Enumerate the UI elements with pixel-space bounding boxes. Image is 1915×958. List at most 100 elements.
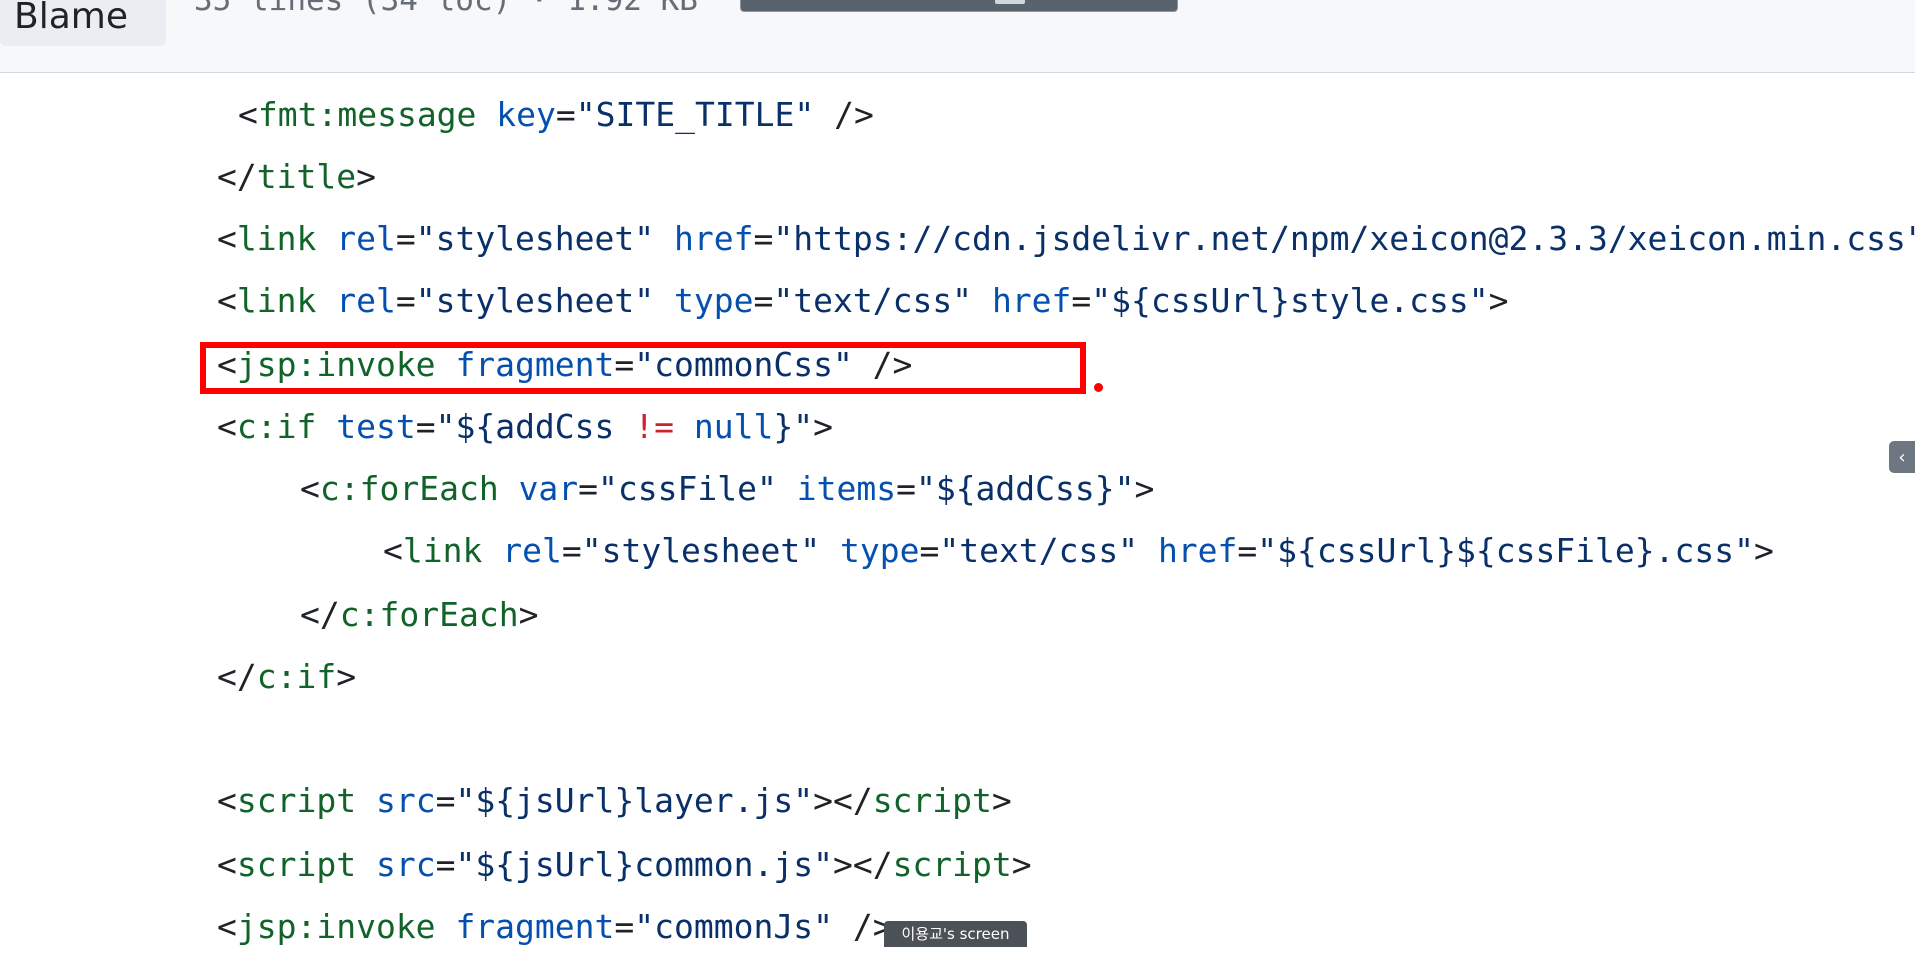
code-token: = [1237, 531, 1258, 570]
file-meta: 35 lines (34 loc) · 1.92 KB [194, 0, 698, 18]
code-token: = [753, 219, 774, 258]
code-token: < [217, 281, 237, 320]
file-header: Blame 35 lines (34 loc) · 1.92 KB [0, 0, 1915, 73]
code-line: <link rel="stylesheet" href="https://cdn… [0, 208, 1915, 270]
code-token: < [238, 95, 258, 134]
code-token: = [395, 281, 416, 320]
code-token: link [402, 531, 483, 570]
code-token: c:if [256, 657, 337, 696]
code-line: <script src="${jsUrl}common.js"></script… [0, 834, 1915, 896]
code-line: <script src="${jsUrl}layer.js"></script> [0, 770, 1915, 832]
code-token: null [693, 407, 774, 446]
blame-button[interactable]: Blame [0, 0, 166, 46]
code-token: rel [336, 219, 396, 258]
code-token: ></ [813, 781, 873, 820]
code-token: > [1134, 469, 1155, 508]
code-token: "stylesheet" [415, 219, 655, 258]
code-token: < [383, 531, 403, 570]
code-token: "${cssUrl}style.css" [1091, 281, 1489, 320]
code-token: = [555, 95, 576, 134]
code-token: items [796, 469, 897, 508]
code-token: = [415, 407, 436, 446]
code-token: test [336, 407, 416, 446]
toolbar-handle[interactable] [995, 0, 1025, 4]
code-line: </c:if> [0, 646, 1915, 708]
code-token: > [336, 657, 357, 696]
annotation-dot [1094, 383, 1103, 392]
code-token: = [896, 469, 916, 508]
code-token: </ [217, 657, 257, 696]
code-token: script [872, 781, 992, 820]
code-token: jsp:invoke [236, 907, 436, 946]
code-token: > [1754, 531, 1774, 570]
code-token: "cssFile" [598, 469, 777, 508]
code-token: = [435, 781, 456, 820]
code-token: "text/css" [939, 531, 1139, 570]
code-token: "text/css" [773, 281, 973, 320]
code-token: = [435, 845, 456, 884]
code-line: <link rel="stylesheet" type="text/css" h… [0, 520, 1915, 582]
code-token: href [1157, 531, 1238, 570]
chevron-left-icon[interactable]: ‹ [1889, 441, 1915, 473]
code-token: = [753, 281, 774, 320]
code-token: "https://cdn.jsdelivr.net/npm/xeicon@2.3… [773, 219, 1915, 258]
code-token: < [217, 907, 237, 946]
code-token: = [561, 531, 582, 570]
code-token: > [1011, 845, 1032, 884]
code-token: = [919, 531, 940, 570]
code-token: rel [502, 531, 562, 570]
code-token: < [300, 469, 320, 508]
code-token: "${cssUrl}${cssFile}.css" [1257, 531, 1754, 570]
code-token: link [236, 281, 317, 320]
code-token: link [236, 219, 317, 258]
code-token: > [518, 595, 539, 634]
code-token: </ [300, 595, 340, 634]
code-token: script [892, 845, 1012, 884]
code-token: title [256, 157, 357, 196]
code-token: < [217, 219, 237, 258]
code-token: > [356, 157, 376, 196]
code-token: > [813, 407, 834, 446]
code-line: <fmt:message key="SITE_TITLE" /> [0, 84, 1915, 146]
code-token: = [395, 219, 416, 258]
code-line: <c:forEach var="cssFile" items="${addCss… [0, 458, 1915, 520]
code-token: fragment [455, 907, 615, 946]
code-token: type [840, 531, 920, 570]
code-token: rel [336, 281, 396, 320]
code-token: = [614, 907, 635, 946]
code-token: "stylesheet" [415, 281, 655, 320]
code-token: "commonJs" [634, 907, 833, 946]
code-token: = [1071, 281, 1092, 320]
code-token: "${jsUrl}common.js" [455, 845, 833, 884]
annotation-highlight-box [200, 342, 1086, 394]
code-token: "stylesheet" [581, 531, 821, 570]
screen-share-toolbar[interactable] [740, 0, 1178, 12]
code-line: </title> [0, 146, 1915, 208]
code-token: != [634, 407, 675, 446]
code-token: /> [814, 95, 874, 134]
code-token: c:if [236, 407, 317, 446]
code-token: script [236, 845, 357, 884]
code-token: href [991, 281, 1072, 320]
code-token: var [518, 469, 579, 508]
code-token: }" [773, 407, 814, 446]
code-token: < [217, 407, 237, 446]
code-token: src [375, 845, 436, 884]
code-token: script [236, 781, 357, 820]
code-token: = [578, 469, 599, 508]
code-token: "${addCss}" [915, 469, 1135, 508]
code-token: < [217, 781, 237, 820]
code-token: > [991, 781, 1012, 820]
